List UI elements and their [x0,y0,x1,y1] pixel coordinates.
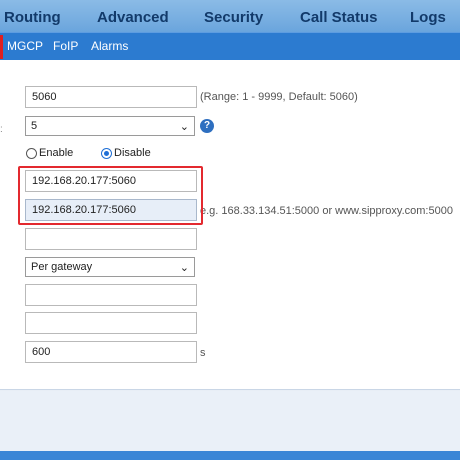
nav-call-status[interactable]: Call Status [300,9,378,26]
timer-unit: s [200,347,206,359]
nav-advanced[interactable]: Advanced [97,9,169,26]
blank-input-3[interactable] [25,312,197,334]
subnav-foip[interactable]: FoIP [53,39,78,53]
lower-panel [0,391,460,451]
subnav-mgcp[interactable]: MGCP [7,39,43,53]
left-edge-mark: : [0,124,3,135]
nav-logs[interactable]: Logs [410,9,446,26]
chevron-down-icon: ⌄ [179,121,189,133]
radio-disable-label: Disable [114,147,151,159]
gateway-mode-select[interactable]: Per gateway ⌄ [25,257,195,277]
count-select-value: 5 [31,120,38,132]
timer-input[interactable]: 600 [25,341,197,363]
blank-input-1[interactable] [25,228,197,250]
sip-port-hint: (Range: 1 - 9999, Default: 5060) [200,91,358,103]
active-marker [0,35,3,59]
help-icon[interactable]: ? [200,119,214,133]
sip-port-input[interactable]: 5060 [25,86,197,108]
bottom-bar [0,451,460,460]
nav-security[interactable]: Security [204,9,263,26]
nav-routing[interactable]: Routing [4,9,61,26]
blank-input-2[interactable] [25,284,197,306]
top-nav-bar: Routing Advanced Security Call Status Lo… [0,0,460,32]
radio-disable[interactable] [101,148,112,159]
highlight-box [18,166,203,225]
proxy-hint: e.g. 168.33.134.51:5000 or www.sipproxy.… [200,205,453,217]
chevron-down-icon: ⌄ [179,262,189,274]
sub-nav-bar: MGCP FoIP Alarms [0,32,460,60]
radio-enable-label: Enable [39,147,74,159]
subnav-alarms[interactable]: Alarms [91,39,128,53]
gateway-mode-value: Per gateway [31,261,93,273]
count-select[interactable]: 5 ⌄ [25,116,195,136]
radio-enable[interactable] [26,148,37,159]
